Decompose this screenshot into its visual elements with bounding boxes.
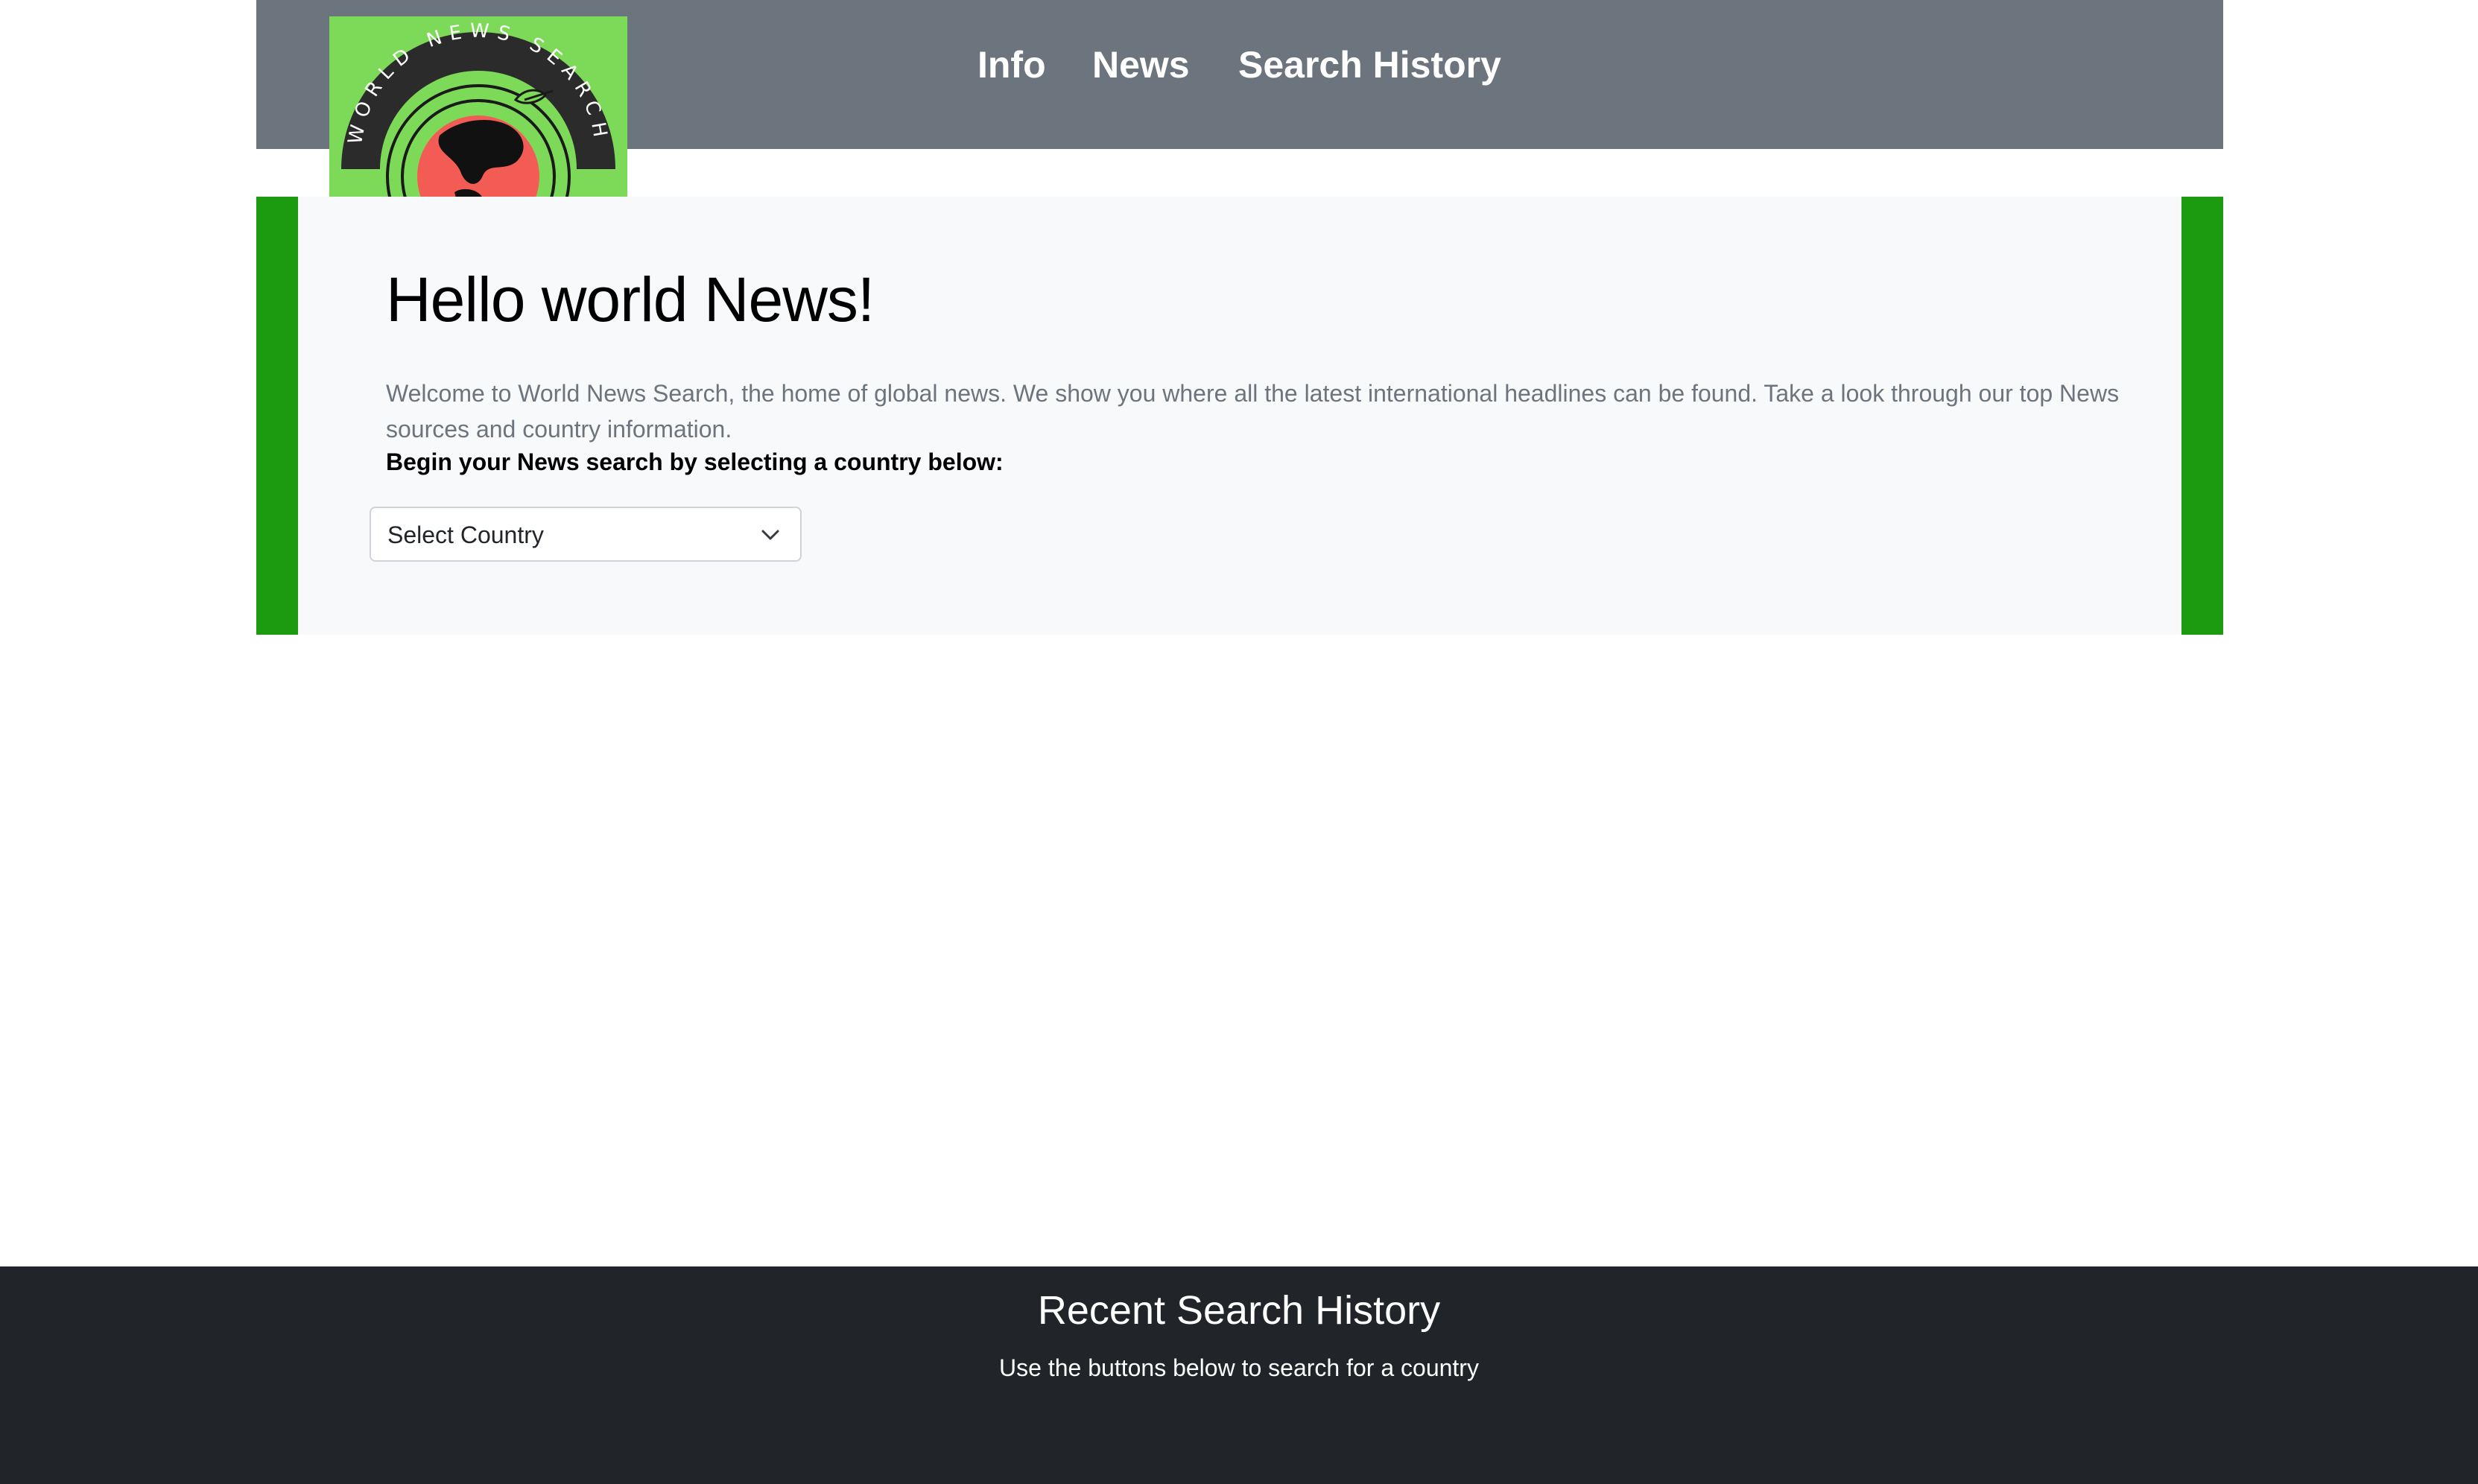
intro-text: Welcome to World News Search, the home o… bbox=[386, 380, 2120, 443]
country-select-value: Select Country bbox=[387, 521, 544, 548]
nav-search-history[interactable]: Search History bbox=[1238, 31, 1501, 98]
right-accent-bar bbox=[2181, 197, 2223, 635]
footer-title: Recent Search History bbox=[1037, 1288, 1441, 1333]
country-select[interactable]: Select Country bbox=[370, 507, 802, 562]
globe-logo-icon: WORLD NEWS SEARCH bbox=[341, 19, 615, 197]
footer: Recent Search History Use the buttons be… bbox=[0, 1266, 2478, 1484]
left-accent-bar bbox=[256, 197, 298, 635]
page-title: Hello world News! bbox=[386, 264, 875, 334]
hero-jumbotron: Hello world News! Welcome to World News … bbox=[256, 197, 2223, 635]
chevron-down-icon bbox=[761, 530, 779, 540]
footer-subtitle: Use the buttons below to search for a co… bbox=[999, 1354, 1479, 1381]
site-logo[interactable]: WORLD NEWS SEARCH bbox=[329, 16, 627, 197]
nav-info[interactable]: Info bbox=[977, 31, 1046, 98]
top-navbar: WORLD NEWS SEARCH Info News Search Histo… bbox=[256, 0, 2223, 197]
search-prompt-label: Begin your News search by selecting a co… bbox=[386, 448, 1004, 475]
nav-news[interactable]: News bbox=[1092, 31, 1190, 98]
